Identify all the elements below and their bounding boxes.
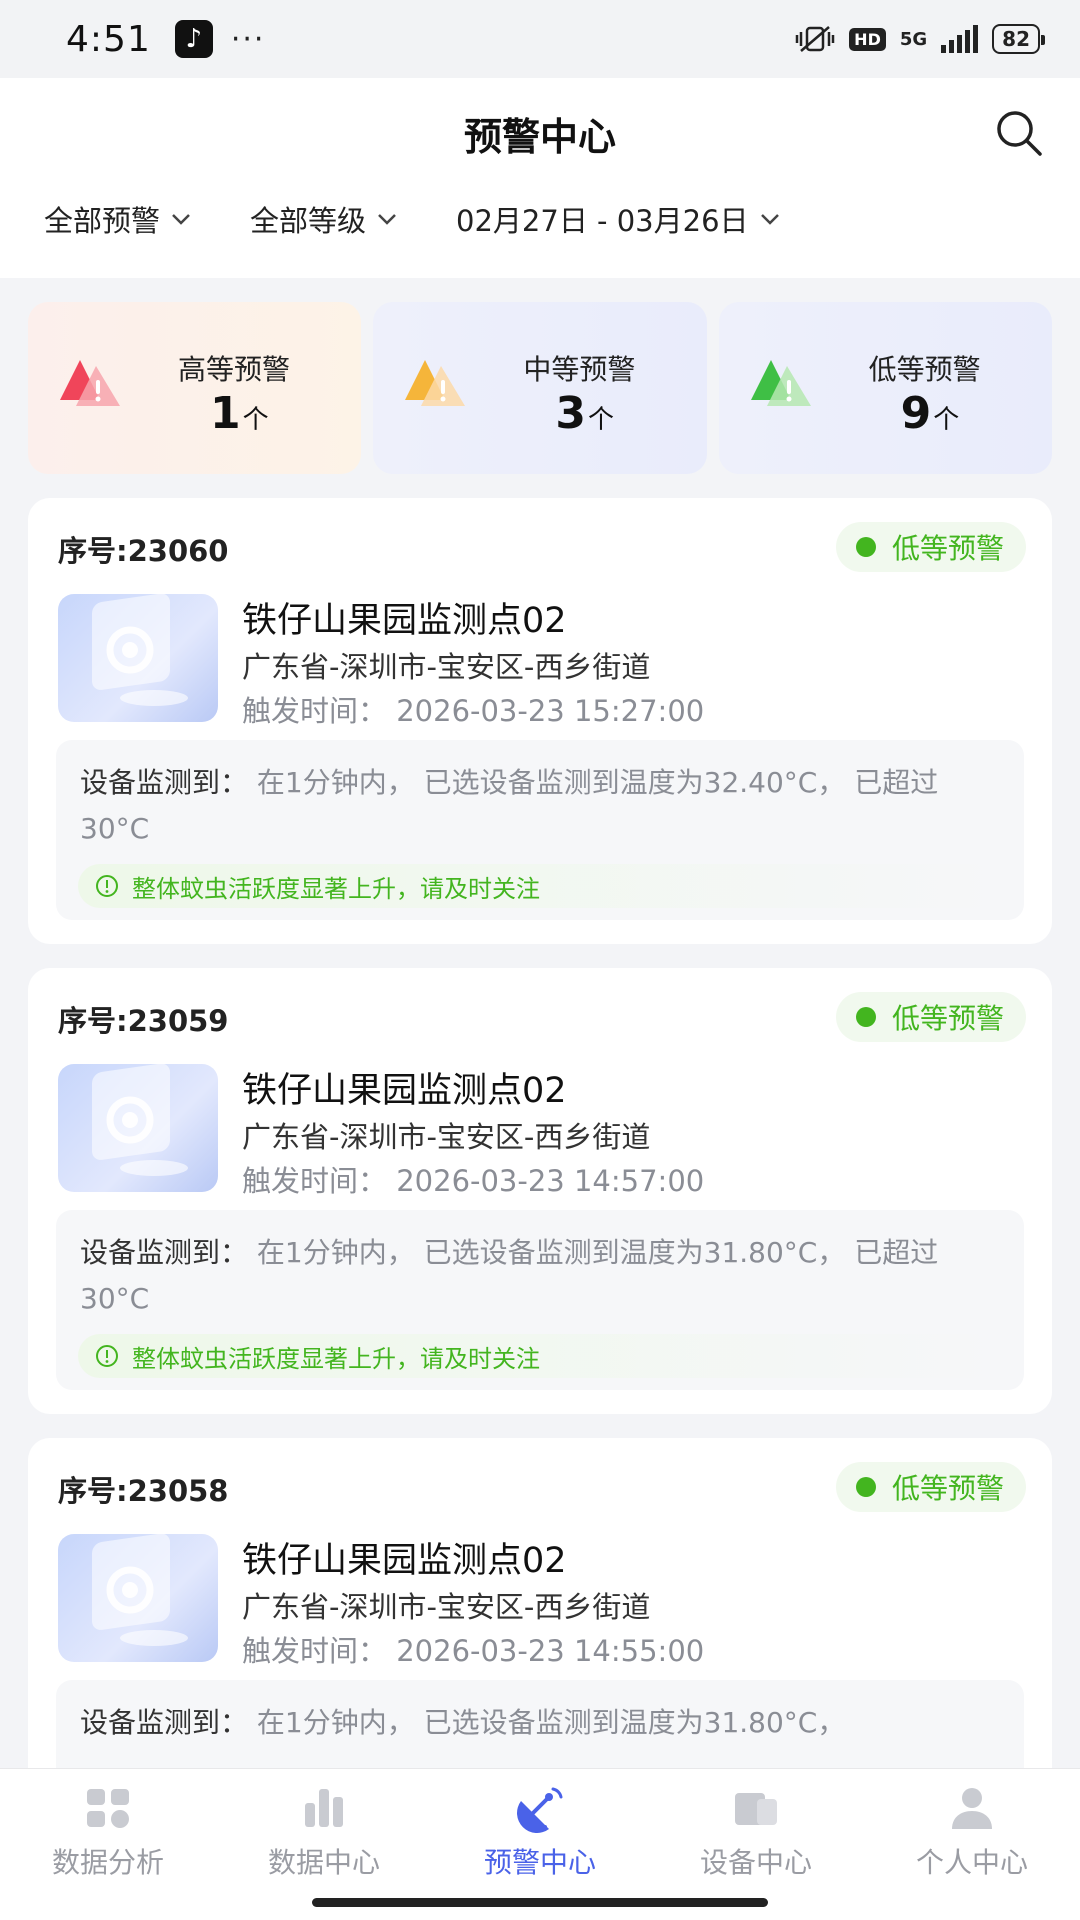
- device-thumbnail: [58, 1534, 218, 1662]
- stat-label: 低等预警: [868, 353, 981, 386]
- trigger-time: 触发时间： 2026-03-23 14:57:00: [242, 1164, 705, 1198]
- alert-tip: 整体蚊虫活跃度显著上升，请及时关注: [78, 864, 998, 908]
- alert-serial: 序号:23059: [58, 1004, 229, 1038]
- filter-date-range[interactable]: 02月27日 - 03月26日: [456, 198, 781, 240]
- status-dot-icon: [855, 537, 876, 557]
- vibrate-off-icon: [795, 26, 835, 52]
- alert-card[interactable]: 序号:23060 低等预警 铁仔山果园监测点02 广东省-深圳市-宝安区-西乡街…: [28, 498, 1052, 944]
- alert-list: 序号:23060 低等预警 铁仔山果园监测点02 广东省-深圳市-宝安区-西乡街…: [28, 498, 1052, 1908]
- chevron-down-icon: [172, 214, 190, 225]
- alert-serial: 序号:23060: [58, 534, 229, 568]
- hd-indicator: HD: [849, 27, 886, 51]
- satellite-dish-icon: [517, 1787, 563, 1833]
- info-circle-icon: [96, 875, 118, 897]
- stat-high-level[interactable]: 高等预警 1个: [28, 302, 362, 474]
- site-region: 广东省-深圳市-宝安区-西乡街道: [242, 650, 651, 684]
- medium-warning-icon: [405, 360, 466, 406]
- stat-count: 1个: [210, 388, 269, 439]
- tip-text: 整体蚊虫活跃度显著上升，请及时关注: [132, 874, 540, 903]
- device-thumbnail: [58, 1064, 218, 1192]
- level-stats: 高等预警 1个 中等预警 3个 低等预警 9个: [28, 302, 1052, 474]
- signal-icon: [941, 25, 979, 53]
- site-name: 铁仔山果园监测点02: [242, 1071, 567, 1111]
- site-name: 铁仔山果园监测点02: [242, 601, 567, 641]
- alert-tip: 整体蚊虫活跃度显著上升，请及时关注: [78, 1334, 998, 1378]
- devices-icon: [735, 1793, 777, 1825]
- alert-detail: 设备监测到： 在1分钟内， 已选设备监测到温度为32.40°C， 已超过 30°…: [56, 740, 1024, 920]
- status-dot-icon: [855, 1007, 876, 1027]
- site-region: 广东省-深圳市-宝安区-西乡街道: [242, 1120, 651, 1154]
- more-notifications-icon: ···: [230, 21, 266, 57]
- search-icon[interactable]: [992, 106, 1046, 160]
- tiktok-notification-icon: ♪: [174, 20, 213, 58]
- filter-label: 全部预警: [44, 204, 161, 238]
- site-name: 铁仔山果园监测点02: [242, 1541, 567, 1581]
- detail-prefix: 设备监测到：: [80, 766, 249, 799]
- chevron-down-icon: [378, 214, 396, 225]
- device-icon: [92, 1064, 188, 1176]
- filter-label: 全部等级: [250, 204, 367, 238]
- tip-text: 整体蚊虫活跃度显著上升，请及时关注: [132, 1344, 540, 1373]
- alert-detail: 设备监测到： 在1分钟内， 已选设备监测到温度为31.80°C， 已超过 30°…: [56, 1210, 1024, 1390]
- tab-personal-center[interactable]: 个人中心: [864, 1769, 1080, 1920]
- filter-level[interactable]: 全部等级: [250, 198, 398, 240]
- page-title: 预警中心: [463, 115, 616, 159]
- low-warning-icon: [750, 360, 811, 406]
- data-analysis-icon: [87, 1789, 129, 1828]
- status-bar: 4:51 ♪ ··· HD 5G 82: [0, 0, 1080, 78]
- device-thumbnail: [58, 594, 218, 722]
- info-circle-icon: [96, 1345, 118, 1367]
- filter-alert-type[interactable]: 全部预警: [44, 198, 192, 240]
- high-warning-icon: [60, 360, 120, 406]
- stat-count: 9个: [900, 388, 960, 439]
- filter-bar: 全部预警 全部等级 02月27日 - 03月26日: [44, 198, 781, 240]
- device-icon: [92, 594, 188, 706]
- stat-label: 高等预警: [178, 353, 291, 386]
- status-time: 4:51: [66, 18, 151, 60]
- stat-count: 3个: [555, 388, 614, 439]
- battery-indicator: 82: [992, 24, 1045, 54]
- detail-prefix: 设备监测到：: [80, 1706, 249, 1739]
- stat-medium-level[interactable]: 中等预警 3个: [373, 302, 707, 474]
- home-indicator[interactable]: [312, 1898, 768, 1907]
- detail-prefix: 设备监测到：: [80, 1236, 249, 1269]
- level-badge: 低等预警: [835, 992, 1026, 1042]
- trigger-time: 触发时间： 2026-03-23 14:55:00: [242, 1634, 705, 1668]
- bar-chart-icon: [305, 1789, 343, 1827]
- trigger-time: 触发时间： 2026-03-23 15:27:00: [242, 694, 705, 728]
- level-badge: 低等预警: [835, 522, 1026, 572]
- detail-text: 在1分钟内， 已选设备监测到温度为31.80°C，: [256, 1706, 846, 1739]
- person-icon: [952, 1788, 992, 1829]
- stat-label: 中等预警: [523, 353, 636, 386]
- filter-label: 02月27日 - 03月26日: [456, 204, 749, 238]
- chevron-down-icon: [760, 214, 779, 225]
- alert-card[interactable]: 序号:23059 低等预警 铁仔山果园监测点02 广东省-深圳市-宝安区-西乡街…: [28, 968, 1052, 1414]
- network-type: 5G: [899, 28, 928, 50]
- level-badge: 低等预警: [835, 1462, 1026, 1512]
- site-region: 广东省-深圳市-宝安区-西乡街道: [242, 1590, 651, 1624]
- alert-serial: 序号:23058: [58, 1474, 229, 1508]
- stat-low-level[interactable]: 低等预警 9个: [718, 302, 1052, 474]
- device-icon: [92, 1534, 188, 1646]
- page-header: 预警中心 全部预警 全部等级 02月27日 - 03月26日: [0, 78, 1080, 278]
- status-dot-icon: [855, 1477, 876, 1497]
- tab-data-analysis[interactable]: 数据分析: [0, 1769, 216, 1920]
